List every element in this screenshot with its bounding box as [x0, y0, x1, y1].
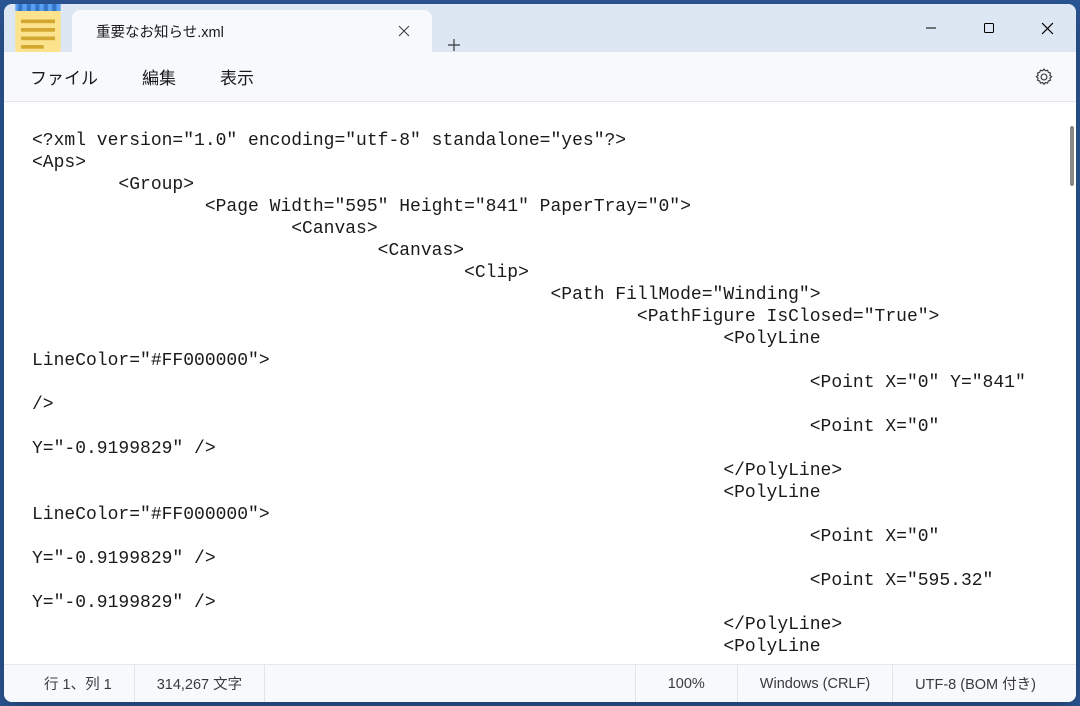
status-char-count[interactable]: 314,267 文字 [135, 665, 265, 702]
tab-active[interactable]: 重要なお知らせ.xml [72, 10, 432, 52]
close-icon [1041, 22, 1054, 35]
new-tab-button[interactable] [432, 38, 476, 52]
menu-view[interactable]: 表示 [198, 56, 276, 97]
app-icon [4, 4, 72, 52]
tab-strip: 重要なお知らせ.xml [72, 4, 902, 52]
maximize-icon [983, 22, 995, 34]
text-editor[interactable]: <?xml version="1.0" encoding="utf-8" sta… [4, 102, 1076, 664]
status-zoom[interactable]: 100% [635, 665, 738, 702]
window-controls [902, 4, 1076, 52]
menu-file[interactable]: ファイル [8, 56, 120, 97]
plus-icon [447, 38, 461, 52]
status-cursor-position[interactable]: 行 1、列 1 [4, 665, 135, 702]
minimize-icon [925, 22, 937, 34]
maximize-button[interactable] [960, 4, 1018, 52]
menu-bar: ファイル 編集 表示 [4, 52, 1076, 102]
status-encoding[interactable]: UTF-8 (BOM 付き) [893, 665, 1076, 702]
tab-title: 重要なお知らせ.xml [96, 21, 380, 42]
close-icon [398, 25, 410, 37]
status-bar: 行 1、列 1 314,267 文字 100% Windows (CRLF) U… [4, 664, 1076, 702]
gear-icon [1034, 67, 1054, 87]
settings-button[interactable] [1022, 58, 1066, 96]
window-close-button[interactable] [1018, 4, 1076, 52]
scrollbar-thumb[interactable] [1070, 126, 1074, 186]
title-bar: 重要なお知らせ.xml [4, 4, 1076, 52]
minimize-button[interactable] [902, 4, 960, 52]
editor-area: <?xml version="1.0" encoding="utf-8" sta… [4, 102, 1076, 664]
tab-close-button[interactable] [390, 17, 418, 45]
status-line-ending[interactable]: Windows (CRLF) [738, 665, 893, 702]
menu-edit[interactable]: 編集 [120, 56, 198, 97]
app-window: 重要なお知らせ.xml ファイル 編集 表示 [4, 4, 1076, 702]
